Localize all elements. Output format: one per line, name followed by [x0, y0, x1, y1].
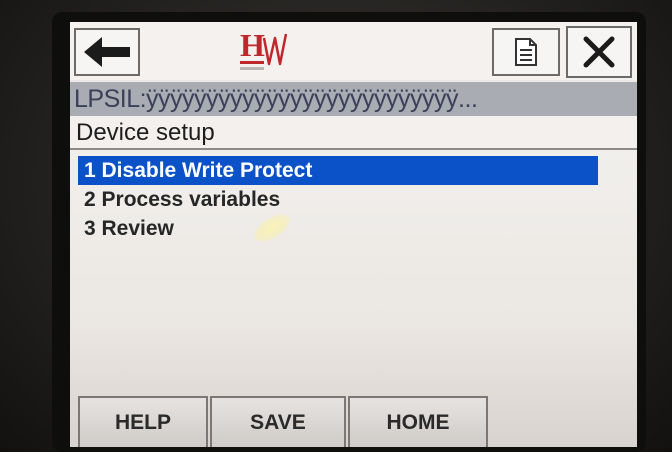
document-button[interactable] — [492, 28, 560, 76]
logo-letter: H — [240, 27, 265, 63]
logo: H — [238, 26, 318, 76]
save-button[interactable]: SAVE — [210, 396, 346, 447]
close-icon — [583, 36, 615, 68]
soft-key-bar: HELP SAVE HOME — [70, 394, 637, 447]
help-button[interactable]: HELP — [78, 396, 208, 447]
document-icon — [515, 38, 537, 66]
top-toolbar: H — [70, 22, 637, 80]
left-arrow-icon — [84, 37, 130, 67]
lcd-screen: H LPSIL:ÿÿÿÿÿÿÿÿÿÿÿÿÿÿÿÿÿÿÿÿÿÿÿÿÿÿ... De — [70, 22, 637, 447]
menu-item-disable-write-protect[interactable]: 1 Disable Write Protect — [78, 156, 598, 185]
menu-item-process-variables[interactable]: 2 Process variables — [78, 185, 598, 214]
close-button[interactable] — [566, 26, 632, 78]
back-button[interactable] — [74, 28, 140, 76]
home-button[interactable]: HOME — [348, 396, 488, 447]
device-path-label: LPSIL:ÿÿÿÿÿÿÿÿÿÿÿÿÿÿÿÿÿÿÿÿÿÿÿÿÿÿ... — [70, 82, 637, 116]
menu-list: 1 Disable Write Protect 2 Process variab… — [78, 156, 598, 243]
page-title: Device setup — [70, 116, 637, 150]
menu-item-review[interactable]: 3 Review — [78, 214, 598, 243]
